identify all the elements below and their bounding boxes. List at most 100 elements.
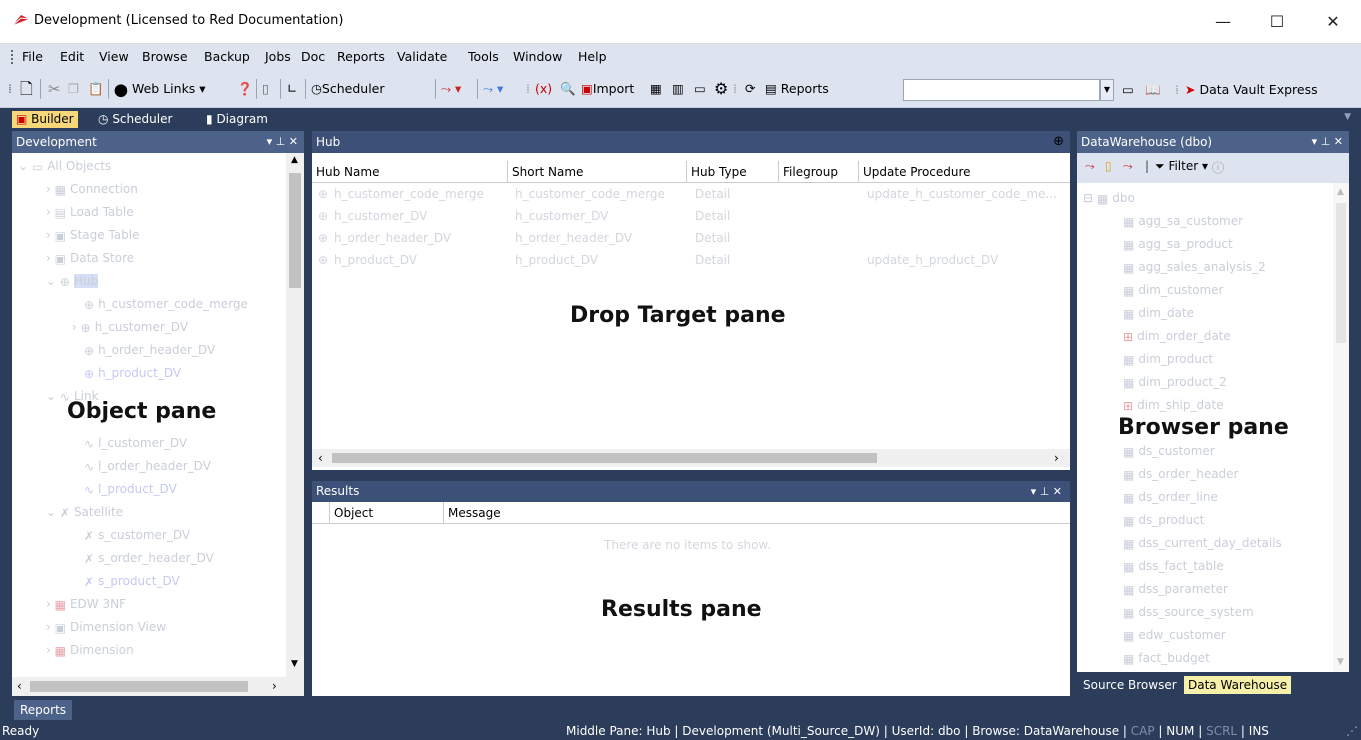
minimize-button[interactable]: — xyxy=(1208,8,1238,36)
scroll-up-icon[interactable]: ▲ xyxy=(291,155,298,165)
tree-item-satellite[interactable]: ⌄ ✗ Satellite xyxy=(46,505,123,520)
scroll-left-icon[interactable]: ‹ xyxy=(17,679,22,693)
scroll-thumb[interactable] xyxy=(30,681,248,692)
maximize-button[interactable]: ☐ xyxy=(1262,8,1292,36)
scroll-right-icon[interactable]: › xyxy=(1054,451,1059,465)
tree-item-edw-3nf[interactable]: › ▦ EDW 3NF xyxy=(46,597,126,612)
table-icon[interactable]: ▥ xyxy=(672,78,684,100)
tree-item-connection[interactable]: › ▦ Connection xyxy=(46,182,138,197)
tree-item-data-store[interactable]: › ▣ Data Store xyxy=(46,251,134,266)
browser-pane-vscroll[interactable]: ▲ ▼ xyxy=(1333,183,1349,672)
browser-item[interactable]: ▦ dim_customer xyxy=(1123,283,1224,298)
reports-button[interactable]: ▤ Reports xyxy=(765,78,829,100)
tab-source-browser[interactable]: Source Browser xyxy=(1079,676,1181,694)
menu-jobs[interactable]: Jobs xyxy=(265,49,291,64)
tab-data-warehouse[interactable]: Data Warehouse xyxy=(1184,676,1292,694)
browser-item[interactable]: ▦ ds_order_line xyxy=(1123,490,1218,505)
pane-controls-icon[interactable]: ▾ ⊥ ✕ xyxy=(1312,131,1343,153)
document-icon[interactable]: ▯ xyxy=(1105,159,1112,173)
tree-item-h-product-dv[interactable]: ⊕ h_product_DV xyxy=(84,366,181,381)
menu-view[interactable]: View xyxy=(99,49,129,64)
object-pane-vscroll[interactable]: ▲ ▼ xyxy=(286,153,304,677)
book-icon[interactable]: 📖 xyxy=(1145,79,1161,101)
browser-item[interactable]: ▦ agg_sa_product xyxy=(1123,237,1233,252)
tree-item-h-order-header-dv[interactable]: ⊕ h_order_header_DV xyxy=(84,343,215,358)
scroll-right-icon[interactable]: › xyxy=(272,679,277,693)
column-header[interactable]: Short Name xyxy=(508,161,687,183)
menu-validate[interactable]: Validate xyxy=(397,49,447,64)
scroll-left-icon[interactable]: ‹ xyxy=(318,451,323,465)
column-header[interactable]: Update Procedure xyxy=(859,161,1070,183)
tree-item-dimension-view[interactable]: › ▣ Dimension View xyxy=(46,620,166,635)
tree-item-h-customer-code-merge[interactable]: ⊕ h_customer_code_merge xyxy=(84,297,248,312)
tree-item-s-customer-dv[interactable]: ✗ s_customer_DV xyxy=(84,528,190,543)
grid-icon[interactable]: ▦ xyxy=(650,78,662,100)
object-pane-hscroll[interactable]: ‹ › xyxy=(12,677,304,696)
tree-item-load-table[interactable]: › ▤ Load Table xyxy=(46,205,134,220)
browser-item[interactable]: ▦ ds_customer xyxy=(1123,444,1215,459)
scroll-up-icon[interactable]: ▲ xyxy=(1337,187,1344,197)
scheduler-button[interactable]: ◷Scheduler xyxy=(311,78,385,100)
tab-builder[interactable]: ▣ Builder xyxy=(12,111,78,128)
menu-backup[interactable]: Backup xyxy=(204,49,250,64)
browser-item[interactable]: ▦ agg_sales_analysis_2 xyxy=(1123,260,1266,275)
single-page-icon[interactable]: ▭ xyxy=(1122,79,1134,101)
tree-item-h-customer-dv[interactable]: › ⊕ h_customer_DV xyxy=(72,320,188,335)
pane-controls-icon[interactable]: ▾ ⊥ ✕ xyxy=(267,131,298,153)
menu-help[interactable]: Help xyxy=(578,49,607,64)
menu-tools[interactable]: Tools xyxy=(468,49,499,64)
browser-item[interactable]: ▦ ds_product xyxy=(1123,513,1204,528)
chevron-down-icon[interactable]: ▼ xyxy=(1100,79,1114,101)
browser-item[interactable]: ▦ dim_date xyxy=(1123,306,1194,321)
new-icon[interactable]: 🗋 xyxy=(20,78,33,100)
tab-menu-icon[interactable]: ▼ xyxy=(1344,112,1351,122)
scroll-thumb[interactable] xyxy=(289,173,301,288)
browser-item[interactable]: ▦ dim_product xyxy=(1123,352,1213,367)
tree-item-hub[interactable]: ⌄ ⊕ Hub xyxy=(46,274,99,289)
browser-item[interactable]: ▦ dss_source_system xyxy=(1123,605,1254,620)
tab-reports[interactable]: Reports xyxy=(14,700,73,720)
layout-icon[interactable]: ∟ xyxy=(287,78,297,100)
tree-item-stage-table[interactable]: › ▣ Stage Table xyxy=(46,228,140,243)
column-header[interactable]: Filegroup xyxy=(779,161,859,183)
menu-browse[interactable]: Browse xyxy=(142,49,188,64)
tab-diagram[interactable]: ▮ Diagram xyxy=(202,111,272,128)
menu-window[interactable]: Window xyxy=(513,49,562,64)
browser-item[interactable]: ▦ edw_customer xyxy=(1123,628,1226,643)
copy-icon[interactable]: ❐ xyxy=(68,78,79,100)
filter-button[interactable]: ⏷ Filter ▾ ⓘ xyxy=(1155,159,1224,174)
browser-item[interactable]: ▦ fact_budget xyxy=(1123,651,1210,666)
tree-item-l-order-header-dv[interactable]: ∿ l_order_header_DV xyxy=(84,459,211,474)
column-header[interactable]: Message xyxy=(444,502,1070,524)
tree-item-l-customer-dv[interactable]: ∿ l_customer_DV xyxy=(84,436,187,451)
resize-grip-icon[interactable]: ⋰ xyxy=(1346,722,1358,740)
scroll-down-icon[interactable]: ▼ xyxy=(1337,657,1344,667)
tree-item-all-objects[interactable]: ⌄ ▭ All Objects xyxy=(18,159,111,174)
tree-item-s-order-header-dv[interactable]: ✗ s_order_header_DV xyxy=(84,551,214,566)
browser-item[interactable]: ▦ agg_sa_customer xyxy=(1123,214,1243,229)
variable-icon[interactable]: (x) xyxy=(535,78,552,100)
cut-icon[interactable]: ✂ xyxy=(48,78,61,100)
browser-item[interactable]: ▦ dss_fact_table xyxy=(1123,559,1224,574)
pane-controls-icon[interactable]: ▾ ⊥ ✕ xyxy=(1031,481,1062,502)
help-icon[interactable]: ❓ xyxy=(237,78,253,100)
tab-scheduler[interactable]: ◷ Scheduler xyxy=(94,111,176,128)
browser-item[interactable]: ▦ dim_product_2 xyxy=(1123,375,1227,390)
red-arrow-icon[interactable]: ⤳ ▾ xyxy=(441,78,461,100)
close-button[interactable]: ✕ xyxy=(1318,8,1348,36)
battery-icon[interactable]: ▯ xyxy=(262,78,269,100)
browser-item[interactable]: ⊞ dim_order_date xyxy=(1123,329,1231,344)
tree-item-dbo[interactable]: ⊟ ▦ dbo xyxy=(1083,191,1135,206)
column-header[interactable]: Hub Type xyxy=(687,161,779,183)
web-links-button[interactable]: ⬤ Web Links ▾ xyxy=(114,78,206,100)
reports-combobox[interactable] xyxy=(903,79,1100,101)
paste-icon[interactable]: 📋 xyxy=(88,78,104,100)
red-arrow-icon[interactable]: ⤳ xyxy=(1085,159,1095,174)
browser-item[interactable]: ⊞ dim_ship_date xyxy=(1123,398,1224,413)
browser-item[interactable]: ▦ ds_order_header xyxy=(1123,467,1239,482)
column-header[interactable]: Object xyxy=(330,502,444,524)
scroll-down-icon[interactable]: ▼ xyxy=(291,659,298,669)
window-icon[interactable]: ▭ xyxy=(694,78,706,100)
tree-item-l-product-dv[interactable]: ∿ l_product_DV xyxy=(84,482,177,497)
tree-item-s-product-dv[interactable]: ✗ s_product_DV xyxy=(84,574,180,589)
